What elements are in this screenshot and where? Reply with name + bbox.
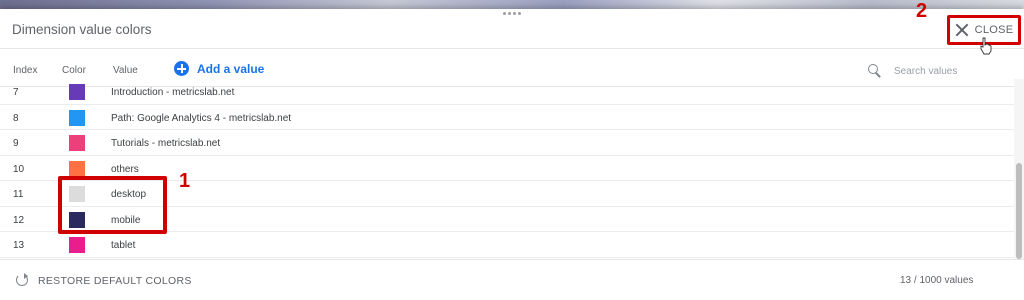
color-swatch[interactable] [69, 160, 85, 177]
color-swatch[interactable] [69, 84, 85, 100]
add-value-button[interactable]: Add a value [174, 61, 264, 76]
color-swatch[interactable] [69, 109, 85, 126]
column-index-header: Index [13, 65, 38, 76]
row-value: tablet [111, 240, 136, 251]
table-row: 12 mobile [0, 207, 1014, 232]
color-swatch[interactable] [69, 237, 85, 253]
restore-default-colors-button[interactable]: RESTORE DEFAULT COLORS [16, 273, 192, 287]
row-value: mobile [111, 214, 141, 226]
panel-header: Dimension value colors CLOSE [0, 9, 1024, 49]
close-icon [955, 23, 969, 37]
row-index: 8 [13, 112, 19, 124]
scrollbar-thumb[interactable] [1016, 163, 1022, 259]
color-swatch[interactable] [69, 211, 85, 228]
row-index: 13 [13, 240, 25, 251]
table-row: 8 Path: Google Analytics 4 - metricslab.n… [0, 105, 1014, 130]
search-icon [868, 64, 882, 78]
row-index: 7 [13, 87, 19, 98]
add-value-label: Add a value [197, 61, 265, 76]
color-swatch[interactable] [69, 135, 85, 151]
value-list: 7 Introduction - metricslab.net 8 Path: Goo… [0, 79, 1014, 259]
restore-icon [16, 273, 29, 287]
row-value: Tutorials - metricslab.net [111, 138, 221, 149]
row-value: Path: Google Analytics 4 - metricslab.ne… [111, 112, 292, 124]
row-index: 11 [13, 189, 24, 200]
table-row: 11 desktop [0, 181, 1014, 207]
column-color-header: Color [62, 65, 86, 76]
column-value-header: Value [113, 65, 138, 76]
panel-footer: RESTORE DEFAULT COLORS 13 / 1000 values [0, 259, 1024, 300]
row-value: Introduction - metricslab.net [111, 87, 235, 98]
table-row: 9 Tutorials - metricslab.net [0, 130, 1014, 156]
restore-label: RESTORE DEFAULT COLORS [38, 274, 192, 287]
table-row: 13 tablet [0, 232, 1014, 258]
add-circle-icon [174, 61, 189, 76]
row-index: 9 [13, 138, 19, 149]
search-input[interactable] [894, 65, 1004, 77]
pointer-hand-icon [980, 37, 992, 55]
row-value: others [111, 163, 139, 175]
row-value: desktop [111, 189, 147, 200]
close-label: CLOSE [974, 24, 1014, 36]
annotation-marker-2: 2 [916, 0, 928, 22]
table-row: 7 Introduction - metricslab.net [0, 79, 1014, 105]
color-swatch[interactable] [69, 186, 85, 202]
annotation-marker-1: 1 [179, 170, 191, 192]
value-count: 13 / 1000 values [900, 275, 974, 286]
row-index: 10 [13, 163, 25, 175]
panel-title: Dimension value colors [12, 22, 152, 37]
row-index: 12 [13, 214, 25, 226]
search-box [868, 61, 1018, 81]
table-row: 10 others [0, 156, 1014, 181]
